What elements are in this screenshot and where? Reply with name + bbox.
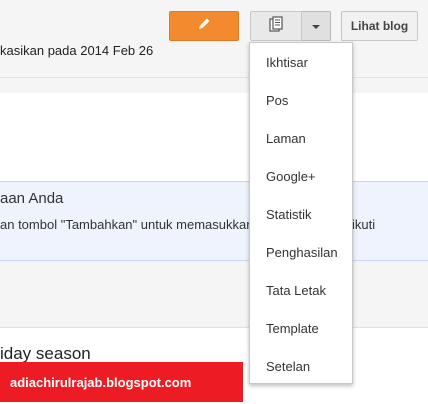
menu-item-penghasilan[interactable]: Penghasilan — [250, 237, 352, 267]
caret-down-icon — [312, 25, 320, 29]
menu-item-statistik[interactable]: Statistik — [250, 199, 352, 229]
menu-item-setelan[interactable]: Setelan — [250, 351, 352, 381]
view-blog-button[interactable]: Lihat blog — [341, 11, 418, 41]
info-panel-text-continued: ikuti — [352, 217, 376, 232]
pages-dropdown-toggle[interactable] — [302, 11, 331, 41]
menu-item-tata-letak[interactable]: Tata Letak — [250, 275, 352, 305]
menu-item-pos[interactable]: Pos — [250, 85, 352, 115]
document-copy-icon — [269, 15, 283, 37]
blog-pages-button[interactable] — [250, 11, 302, 41]
new-post-button[interactable] — [169, 11, 239, 41]
published-status: kasikan pada 2014 Feb 26 — [0, 43, 154, 58]
menu-item-laman[interactable]: Laman — [250, 123, 352, 153]
watermark: adiachirulrajab.blogspot.com — [0, 362, 243, 402]
menu-item-google-plus[interactable]: Google+ — [250, 161, 352, 191]
divider — [0, 77, 428, 78]
pencil-icon — [196, 16, 212, 37]
menu-item-ikhtisar[interactable]: Ikhtisar — [250, 47, 352, 77]
content-band — [0, 93, 428, 181]
info-panel-text: an tombol "Tambahkan" untuk memasukkan — [0, 217, 254, 232]
post-title[interactable]: iday season — [0, 344, 91, 364]
menu-item-template[interactable]: Template — [250, 313, 352, 343]
info-panel-title: aan Anda — [0, 190, 64, 207]
blog-menu-dropdown: Ikhtisar Pos Laman Google+ Statistik Pen… — [249, 42, 353, 384]
